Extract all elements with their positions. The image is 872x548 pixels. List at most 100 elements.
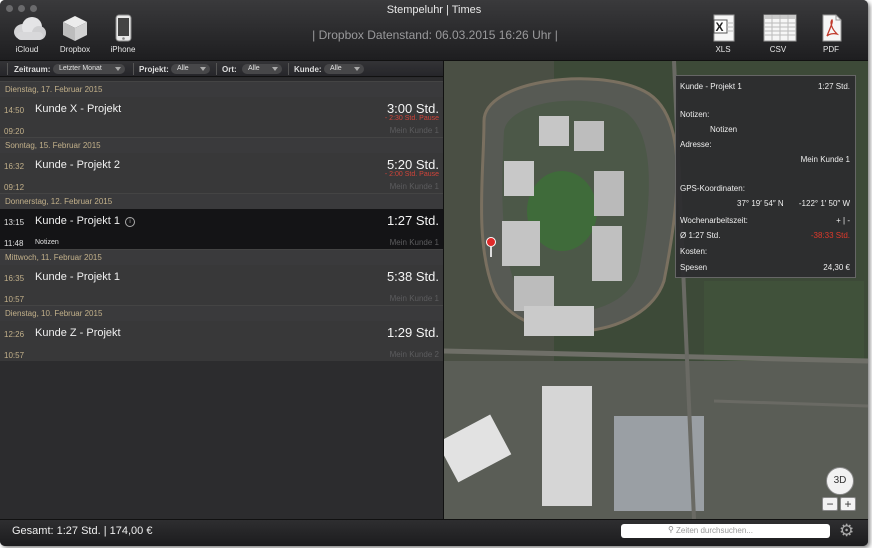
- entry-customer: Mein Kunde 1: [389, 294, 439, 303]
- entry-start-time: 14:50: [4, 106, 25, 115]
- entry-end-time: 09:20: [4, 127, 25, 136]
- entry-project: Kunde - Projekt 1 i: [35, 215, 135, 227]
- ort-label: Ort:: [222, 65, 237, 74]
- entry-duration: 1:29 Std.: [386, 325, 439, 340]
- detail-notes-value: Notizen: [710, 125, 738, 134]
- entry-start-time: 13:15: [4, 218, 25, 227]
- location-pin-stem: [490, 247, 492, 257]
- filter-separator: [288, 63, 289, 75]
- detail-avg-label: Ø 1:27 Std.: [680, 231, 721, 240]
- location-pin-icon[interactable]: [486, 237, 496, 247]
- dropbox-button[interactable]: Dropbox: [50, 14, 100, 54]
- detail-project: Kunde - Projekt 1: [680, 82, 742, 91]
- ort-select[interactable]: Alle: [242, 64, 282, 74]
- entry-end-time: 10:57: [4, 351, 25, 360]
- detail-duration: 1:27 Std.: [817, 82, 850, 91]
- toolbar: Stempeluhr | Times iCloud Dropbox iPhone…: [0, 0, 868, 61]
- detail-address-label: Adresse:: [680, 140, 712, 149]
- iphone-button[interactable]: iPhone: [98, 14, 148, 54]
- export-csv-button[interactable]: CSV: [753, 14, 803, 54]
- cloud-icon: [11, 14, 46, 42]
- app-window: Stempeluhr | Times iCloud Dropbox iPhone…: [0, 0, 868, 546]
- day-header: Donnerstag, 12. Februar 2015: [0, 193, 443, 209]
- time-entry-row[interactable]: 12:26 Kunde Z - Projekt 1:29 Std. 10:57 …: [0, 321, 443, 361]
- detail-spesen-value: 24,30 €: [823, 263, 850, 272]
- entry-pause: - 2:00 Std. Pause: [384, 171, 439, 178]
- iphone-label: iPhone: [110, 45, 136, 54]
- xls-label: XLS: [715, 45, 731, 54]
- detail-costs-label: Kosten:: [680, 247, 708, 256]
- entry-end-time: 11:48: [4, 239, 24, 248]
- week-adjust-buttons[interactable]: + | -: [836, 216, 850, 225]
- icloud-label: iCloud: [15, 45, 39, 54]
- detail-address-value: Mein Kunde 1: [800, 155, 850, 164]
- pdf-file-icon: [815, 14, 847, 42]
- gear-icon[interactable]: ⚙: [839, 521, 854, 541]
- map-3d-button[interactable]: 3D: [826, 467, 854, 495]
- entry-project: Kunde Z - Projekt: [35, 327, 121, 339]
- time-entry-list: Dienstag, 17. Februar 2015 14:50 Kunde X…: [0, 78, 443, 519]
- entry-duration: 3:00 Std.: [386, 101, 439, 116]
- iphone-icon: [107, 14, 139, 42]
- dropbox-label: Dropbox: [59, 45, 91, 54]
- entry-pause: - 2:30 Std. Pause: [384, 115, 439, 122]
- spreadsheet-icon: [762, 14, 797, 42]
- entry-project-name: Kunde - Projekt 1: [35, 215, 120, 227]
- zoom-out-button[interactable]: −: [822, 497, 838, 511]
- time-entry-row[interactable]: 14:50 Kunde X - Projekt 3:00 Std. - 2:30…: [0, 97, 443, 137]
- entry-project: Kunde - Projekt 1: [35, 271, 120, 283]
- search-icon: ⚲: [668, 525, 674, 534]
- filter-separator: [7, 63, 8, 75]
- entry-project: Kunde X - Projekt: [35, 103, 122, 115]
- entry-note: Notizen: [35, 239, 59, 246]
- detail-notes-label: Notizen:: [680, 110, 710, 119]
- time-entry-row[interactable]: 16:35 Kunde - Projekt 1 5:38 Std. 10:57 …: [0, 265, 443, 305]
- export-xls-button[interactable]: X XLS: [698, 14, 748, 54]
- projekt-select[interactable]: Alle: [171, 64, 210, 74]
- time-entry-row-selected[interactable]: 13:15 Kunde - Projekt 1 i 1:27 Std. 11:48…: [0, 209, 443, 249]
- dropbox-status: | Dropbox Datenstand: 06.03.2015 16:26 U…: [312, 28, 558, 42]
- detail-gps-lat: 37° 19′ 54″ N: [737, 199, 784, 208]
- kunde-label: Kunde:: [294, 65, 322, 74]
- entry-duration: 1:27 Std.: [386, 213, 439, 228]
- day-header: Dienstag, 17. Februar 2015: [0, 81, 443, 97]
- entry-customer: Mein Kunde 1: [389, 238, 439, 247]
- projekt-label: Projekt:: [139, 65, 169, 74]
- filter-bar: Zeitraum: Letzter Monat Projekt: Alle Or…: [0, 61, 443, 77]
- search-placeholder: Zeiten durchsuchen...: [676, 526, 753, 535]
- entry-project: Kunde - Projekt 2: [35, 159, 120, 171]
- zeitraum-label: Zeitraum:: [14, 65, 51, 74]
- kunde-select[interactable]: Alle: [324, 64, 364, 74]
- total-summary: Gesamt: 1:27 Std. | 174,00 €: [12, 525, 153, 537]
- day-header: Dienstag, 10. Februar 2015: [0, 305, 443, 321]
- time-entry-row[interactable]: 16:32 Kunde - Projekt 2 5:20 Std. - 2:00…: [0, 153, 443, 193]
- zoom-in-button[interactable]: +: [840, 497, 856, 511]
- detail-gps-label: GPS-Koordinaten:: [680, 184, 745, 193]
- zeitraum-select[interactable]: Letzter Monat: [53, 64, 125, 74]
- export-pdf-button[interactable]: PDF: [806, 14, 856, 54]
- info-icon[interactable]: i: [125, 217, 135, 227]
- filter-separator: [216, 63, 217, 75]
- entry-end-time: 10:57: [4, 295, 25, 304]
- detail-avg-value: -38:33 Std.: [810, 231, 850, 240]
- entry-start-time: 16:32: [4, 162, 25, 171]
- icloud-button[interactable]: iCloud: [2, 14, 52, 54]
- entry-start-time: 16:35: [4, 274, 25, 283]
- dropbox-icon: [59, 14, 91, 42]
- status-bar: Gesamt: 1:27 Std. | 174,00 € ⚲ Zeiten du…: [0, 519, 868, 546]
- filter-separator: [133, 63, 134, 75]
- entry-customer: Mein Kunde 1: [389, 126, 439, 135]
- entry-customer: Mein Kunde 2: [389, 350, 439, 359]
- detail-week-label: Wochenarbeitszeit:: [680, 216, 748, 225]
- day-header: Sonntag, 15. Februar 2015: [0, 137, 443, 153]
- pdf-label: PDF: [823, 45, 839, 54]
- entry-end-time: 09:12: [4, 183, 25, 192]
- entry-duration: 5:38 Std.: [386, 269, 439, 284]
- day-header: Mittwoch, 11. Februar 2015: [0, 249, 443, 265]
- csv-label: CSV: [769, 45, 787, 54]
- entry-duration: 5:20 Std.: [386, 157, 439, 172]
- search-field[interactable]: ⚲ Zeiten durchsuchen...: [621, 524, 830, 538]
- xls-file-icon: X: [707, 14, 739, 42]
- entry-detail-popup: Kunde - Projekt 1 1:27 Std. Notizen: Not…: [675, 75, 856, 278]
- entry-start-time: 12:26: [4, 330, 25, 339]
